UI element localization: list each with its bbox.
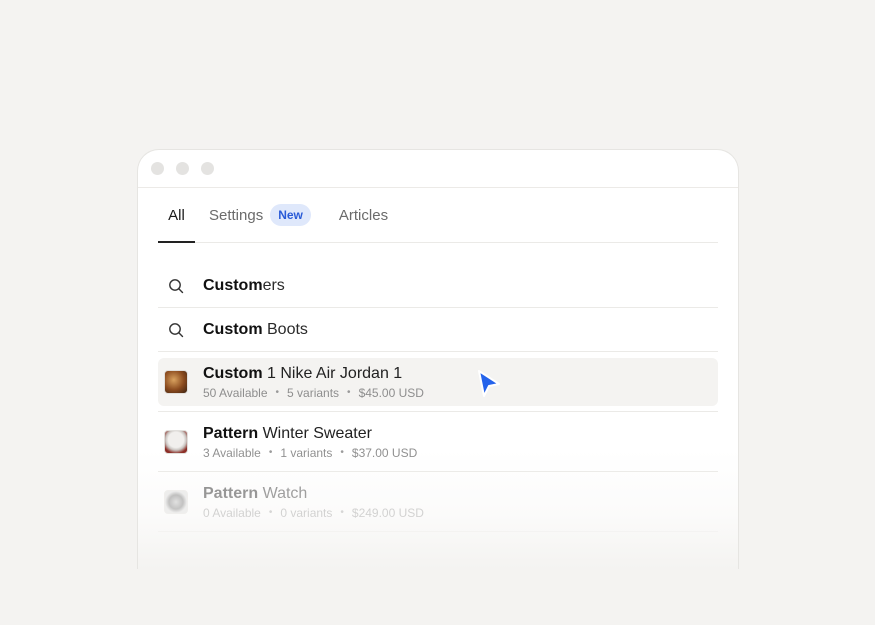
product-result-item[interactable]: Custom 1 Nike Air Jordan 1 50 Available … [158, 352, 718, 412]
product-name: Pattern Watch [203, 484, 424, 504]
sneaker-thumbnail [164, 369, 188, 394]
suggestion-text: Custom Boots [203, 321, 308, 339]
product-name-match: Pattern [203, 424, 259, 442]
product-meta: 3 Available • 1 variants • $37.00 USD [203, 446, 417, 460]
suggestion-match: Custom [203, 276, 263, 294]
product-price: $45.00 USD [358, 385, 424, 400]
search-tabs: All Settings New Articles [158, 188, 718, 243]
meta-separator: • [340, 507, 344, 518]
new-badge: New [270, 204, 311, 226]
suggestion-item[interactable]: Custom Boots [158, 308, 718, 352]
sweater-thumbnail [164, 429, 188, 454]
meta-separator: • [340, 447, 344, 458]
meta-separator: • [268, 447, 273, 458]
product-variants: 0 variants [280, 505, 333, 520]
tab-articles-label: Articles [338, 206, 389, 224]
tab-settings[interactable]: Settings New [209, 188, 311, 242]
product-meta: 50 Available • 5 variants • $45.00 USD [203, 386, 424, 400]
product-name: Custom 1 Nike Air Jordan 1 [203, 364, 424, 384]
product-variants: 1 variants [280, 445, 333, 460]
product-variants: 5 variants [287, 385, 340, 400]
suggestion-text: Customers [203, 277, 285, 295]
stage: All Settings New Articles Customers Cust… [0, 0, 875, 625]
window-minimize-dot[interactable] [176, 162, 189, 175]
product-price: $37.00 USD [351, 445, 418, 460]
window-maximize-dot[interactable] [201, 162, 214, 175]
product-available: 0 Available [203, 505, 261, 520]
meta-separator: • [275, 387, 280, 398]
product-text: Custom 1 Nike Air Jordan 1 50 Available … [203, 364, 424, 400]
window-titlebar [138, 150, 738, 188]
product-result-item[interactable]: Pattern Watch 0 Available • 0 variants •… [158, 472, 718, 532]
product-text: Pattern Watch 0 Available • 0 variants •… [203, 484, 424, 520]
product-name-rest: Watch [258, 484, 308, 502]
tab-articles[interactable]: Articles [339, 188, 388, 242]
tab-settings-label: Settings [209, 206, 264, 224]
mouse-pointer-icon [478, 370, 500, 397]
product-name-match: Custom [203, 364, 263, 382]
product-name: Pattern Winter Sweater [203, 424, 417, 444]
tab-all[interactable]: All [158, 188, 195, 243]
product-result-inner: Custom 1 Nike Air Jordan 1 50 Available … [158, 357, 718, 406]
meta-separator: • [268, 507, 273, 518]
app-window: All Settings New Articles Customers Cust… [137, 149, 739, 569]
product-price: $249.00 USD [351, 505, 424, 520]
product-available: 50 Available [203, 385, 268, 400]
product-text: Pattern Winter Sweater 3 Available • 1 v… [203, 424, 417, 460]
window-close-dot[interactable] [151, 162, 164, 175]
search-icon [169, 278, 184, 293]
product-meta: 0 Available • 0 variants • $249.00 USD [203, 506, 424, 520]
product-name-match: Pattern [203, 484, 259, 502]
results-list: Customers Custom Boots Custom 1 Nike Air… [158, 243, 718, 532]
product-name-rest: Winter Sweater [258, 424, 372, 442]
meta-separator: • [347, 387, 351, 398]
suggestion-item[interactable]: Customers [158, 264, 718, 308]
suggestion-rest: Boots [262, 320, 308, 338]
product-name-rest: 1 Nike Air Jordan 1 [262, 364, 403, 382]
product-result-item[interactable]: Pattern Winter Sweater 3 Available • 1 v… [158, 412, 718, 472]
suggestion-match: Custom [203, 320, 263, 338]
product-result-inner: Pattern Watch 0 Available • 0 variants •… [164, 478, 712, 526]
tab-all-label: All [168, 206, 185, 224]
search-icon [169, 322, 184, 337]
product-available: 3 Available [203, 445, 261, 460]
watch-thumbnail [164, 489, 188, 514]
product-result-inner: Pattern Winter Sweater 3 Available • 1 v… [164, 418, 712, 466]
suggestion-rest: ers [262, 276, 285, 294]
